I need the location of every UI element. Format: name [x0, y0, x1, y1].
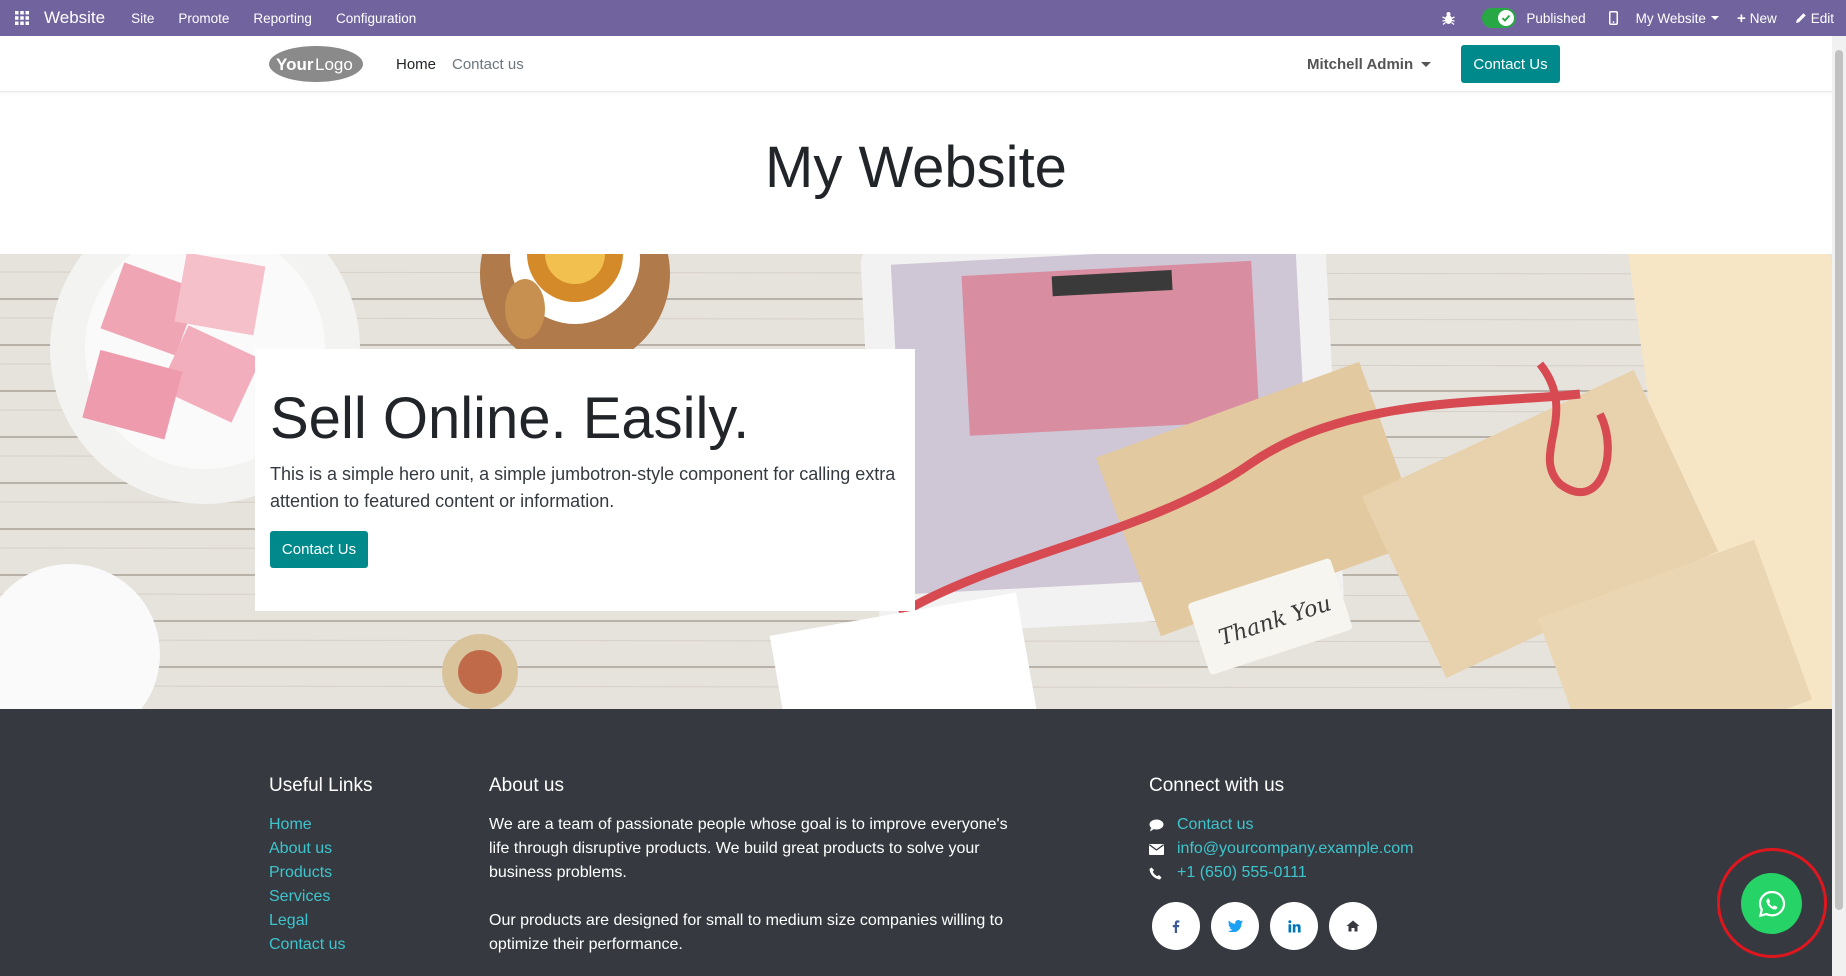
- useful-links-heading: Useful Links: [269, 775, 373, 796]
- footer-link-about-us[interactable]: About us: [269, 837, 345, 861]
- about-us-text: We are a team of passionate people whose…: [489, 813, 1019, 957]
- connect-list: Contact us info@yourcompany.example.com …: [1149, 813, 1414, 885]
- footer-link-home[interactable]: Home: [269, 813, 345, 837]
- connect-phone-row[interactable]: +1 (650) 555-0111: [1149, 861, 1414, 885]
- envelope-icon: [1149, 843, 1177, 855]
- about-paragraph-1: We are a team of passionate people whose…: [489, 816, 1008, 881]
- app-title[interactable]: Website: [44, 8, 105, 28]
- connect-email-link[interactable]: info@yourcompany.example.com: [1177, 840, 1414, 858]
- pencil-icon: [1795, 13, 1806, 23]
- connect-heading: Connect with us: [1149, 775, 1285, 796]
- header-contact-button[interactable]: Contact Us: [1461, 45, 1560, 83]
- caret-down-icon: [1421, 62, 1432, 67]
- publish-toggle[interactable]: Published: [1473, 0, 1594, 36]
- check-icon: [1498, 10, 1515, 26]
- new-label: New: [1749, 10, 1777, 26]
- new-button[interactable]: + New: [1728, 0, 1786, 36]
- hero-description: This is a simple hero unit, a simple jum…: [270, 464, 896, 511]
- svg-text:Your: Your: [276, 55, 314, 74]
- hero-title: Sell Online. Easily.: [270, 386, 750, 451]
- website-switcher[interactable]: My Website: [1627, 0, 1728, 36]
- page-scrollbar[interactable]: [1832, 36, 1846, 976]
- site-footer: Useful Links Home About us Products Serv…: [0, 709, 1832, 976]
- nav-home[interactable]: Home: [396, 56, 436, 73]
- connect-contact-link[interactable]: Contact us: [1177, 816, 1253, 834]
- user-menu[interactable]: Mitchell Admin: [1307, 56, 1432, 73]
- menu-reporting[interactable]: Reporting: [241, 11, 324, 26]
- menu-promote[interactable]: Promote: [166, 11, 241, 26]
- about-paragraph-2: Our products are designed for small to m…: [489, 912, 1004, 953]
- debug-bug-icon[interactable]: [1433, 0, 1473, 36]
- footer-link-products[interactable]: Products: [269, 861, 345, 885]
- edit-button[interactable]: Edit: [1786, 0, 1846, 36]
- footer-link-contact-us[interactable]: Contact us: [269, 933, 345, 957]
- menu-site[interactable]: Site: [119, 11, 166, 26]
- about-us-heading: About us: [489, 775, 564, 796]
- admin-navbar: Website Site Promote Reporting Configura…: [0, 0, 1846, 36]
- toggle-switch[interactable]: [1482, 8, 1517, 28]
- footer-link-services[interactable]: Services: [269, 885, 345, 909]
- user-name: Mitchell Admin: [1307, 56, 1414, 73]
- website-header: Your Logo Home Contact us Mitchell Admin…: [0, 36, 1832, 92]
- website-switcher-label: My Website: [1635, 10, 1706, 26]
- social-links: [1152, 902, 1388, 950]
- apps-menu-icon[interactable]: [0, 0, 44, 36]
- hero-card: Sell Online. Easily. This is a simple he…: [255, 349, 915, 611]
- edit-label: Edit: [1810, 10, 1834, 26]
- useful-links-list: Home About us Products Services Legal Co…: [269, 813, 345, 957]
- svg-text:Logo: Logo: [315, 55, 353, 74]
- twitter-icon[interactable]: [1211, 902, 1259, 950]
- connect-contact-row[interactable]: Contact us: [1149, 813, 1414, 837]
- hero-section: Thank You Sell Online. Easily. This is a…: [0, 254, 1832, 709]
- scrollbar-thumb[interactable]: [1835, 50, 1843, 910]
- home-icon[interactable]: [1329, 902, 1377, 950]
- whatsapp-icon: [1758, 890, 1785, 917]
- menu-configuration[interactable]: Configuration: [324, 11, 428, 26]
- connect-phone-link[interactable]: +1 (650) 555-0111: [1177, 864, 1307, 882]
- connect-email-row[interactable]: info@yourcompany.example.com: [1149, 837, 1414, 861]
- plus-icon: +: [1736, 9, 1746, 27]
- phone-icon: [1149, 867, 1177, 880]
- nav-contact-us[interactable]: Contact us: [452, 56, 524, 73]
- comment-icon: [1149, 819, 1177, 832]
- hero-contact-button[interactable]: Contact Us: [270, 531, 368, 568]
- linkedin-icon[interactable]: [1270, 902, 1318, 950]
- mobile-preview-icon[interactable]: [1595, 0, 1627, 36]
- facebook-icon[interactable]: [1152, 902, 1200, 950]
- published-label: Published: [1526, 10, 1586, 26]
- chevron-down-icon: [1710, 16, 1719, 20]
- footer-link-legal[interactable]: Legal: [269, 909, 345, 933]
- site-logo[interactable]: Your Logo: [268, 45, 364, 83]
- whatsapp-chat-button[interactable]: [1741, 873, 1802, 934]
- page-title: My Website: [765, 135, 1067, 200]
